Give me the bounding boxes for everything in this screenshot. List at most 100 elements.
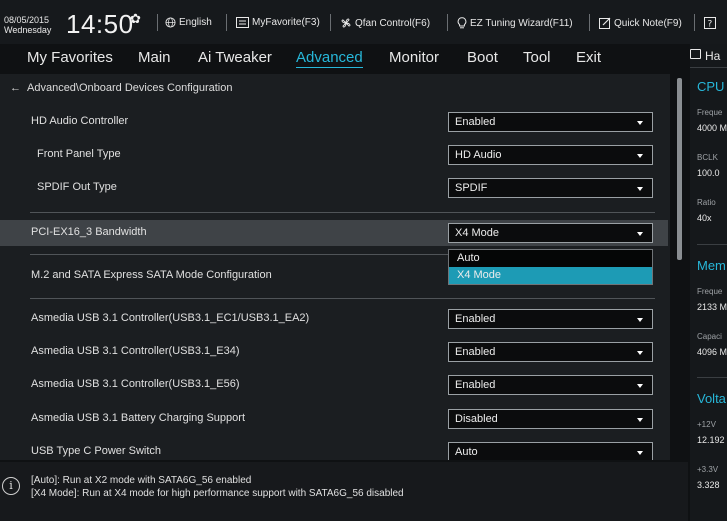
select-value: X4 Mode xyxy=(455,227,500,239)
divider xyxy=(589,14,590,31)
select-value: HD Audio xyxy=(455,149,502,161)
language-label: English xyxy=(179,17,212,28)
spdif-out-type-select[interactable]: SPDIF xyxy=(448,178,653,198)
select-value: Enabled xyxy=(455,313,496,325)
tab-exit[interactable]: Exit xyxy=(576,49,601,66)
divider xyxy=(157,14,158,31)
globe-icon xyxy=(165,17,176,28)
caret-down-icon xyxy=(637,351,643,355)
battery-charging-select[interactable]: Disabled xyxy=(448,409,653,429)
qfan-label: Qfan Control(F6) xyxy=(355,17,431,29)
fan-icon xyxy=(341,18,351,28)
divider xyxy=(226,14,227,31)
bclk-label: BCLK xyxy=(697,153,718,162)
dropdown-option-auto[interactable]: Auto xyxy=(449,250,652,267)
select-value: SPDIF xyxy=(455,182,488,194)
memory-section-title: Mem xyxy=(697,258,726,273)
bulb-icon xyxy=(457,17,467,29)
setting-label: HD Audio Controller xyxy=(31,115,129,127)
day-text: Wednesday xyxy=(4,25,52,35)
select-value: Disabled xyxy=(455,413,498,425)
setting-label: Asmedia USB 3.1 Battery Charging Support xyxy=(31,412,246,424)
divider xyxy=(447,14,448,31)
caret-down-icon xyxy=(637,318,643,322)
tab-main[interactable]: Main xyxy=(138,49,171,66)
favorite-icon xyxy=(236,17,249,28)
usb-type-c-power-select[interactable]: Auto xyxy=(448,442,653,460)
pci-ex16-3-bandwidth-select[interactable]: X4 Mode xyxy=(448,223,653,243)
v12-label: +12V xyxy=(697,420,716,429)
separator xyxy=(697,244,727,245)
hardware-monitor-panel: Ha CPU Freque 4000 M BCLK 100.0 Ratio 40… xyxy=(690,44,727,521)
my-favorite-label: MyFavorite(F3) xyxy=(252,17,320,28)
ez-tuning-label: EZ Tuning Wizard(F11) xyxy=(470,17,573,29)
cpu-section-title: CPU xyxy=(697,79,725,94)
hd-audio-controller-select[interactable]: Enabled xyxy=(448,112,653,132)
tab-ai-tweaker[interactable]: Ai Tweaker xyxy=(198,49,272,66)
cpu-frequency-value: 4000 M xyxy=(697,123,727,133)
setting-label: Asmedia USB 3.1 Controller(USB3.1_E34) xyxy=(31,345,240,357)
tab-my-favorites[interactable]: My Favorites xyxy=(27,49,113,66)
setting-label: PCI-EX16_3 Bandwidth xyxy=(31,226,147,238)
setting-label: Asmedia USB 3.1 Controller(USB3.1_E56) xyxy=(31,378,240,390)
info-icon: i xyxy=(2,477,20,495)
separator xyxy=(690,67,727,68)
hotkeys-button[interactable]: ? xyxy=(704,17,719,29)
hw-monitor-title: Ha xyxy=(705,49,721,63)
memory-frequency-value: 2133 M xyxy=(697,302,727,312)
tab-tool[interactable]: Tool xyxy=(523,49,551,66)
select-value: Enabled xyxy=(455,116,496,128)
date-display: 08/05/2015 Wednesday xyxy=(4,15,51,35)
tab-monitor[interactable]: Monitor xyxy=(389,49,439,66)
setting-label[interactable]: M.2 and SATA Express SATA Mode Configura… xyxy=(31,269,272,281)
cpu-frequency-label: Freque xyxy=(697,108,723,117)
separator xyxy=(30,254,448,255)
help-key-icon: ? xyxy=(704,17,716,29)
main-menu-tabs: My Favorites Main Ai Tweaker Advanced Mo… xyxy=(0,44,688,74)
usb31-e34-select[interactable]: Enabled xyxy=(448,342,653,362)
tab-advanced[interactable]: Advanced xyxy=(296,49,363,68)
scrollbar-thumb[interactable] xyxy=(677,78,682,260)
capacity-label: Capaci xyxy=(697,332,722,341)
front-panel-type-select[interactable]: HD Audio xyxy=(448,145,653,165)
caret-down-icon xyxy=(637,154,643,158)
tab-boot[interactable]: Boot xyxy=(467,49,498,66)
caret-down-icon xyxy=(637,384,643,388)
gear-icon[interactable]: ✿ xyxy=(130,11,141,27)
separator xyxy=(30,212,655,213)
v33-value: 3.328 xyxy=(697,480,720,490)
my-favorite-button[interactable]: MyFavorite(F3) xyxy=(236,17,320,28)
ez-tuning-button[interactable]: EZ Tuning Wizard(F11) xyxy=(457,17,573,29)
divider xyxy=(694,14,695,31)
dropdown-option-x4-mode[interactable]: X4 Mode xyxy=(449,267,652,284)
note-icon xyxy=(599,17,611,29)
ratio-label: Ratio xyxy=(697,198,716,207)
date-text: 08/05/2015 xyxy=(4,15,50,25)
divider xyxy=(330,14,331,31)
usb31-ec1-ea2-select[interactable]: Enabled xyxy=(448,309,653,329)
memory-frequency-label: Freque xyxy=(697,287,723,296)
usb31-e56-select[interactable]: Enabled xyxy=(448,375,653,395)
help-line-x4: [X4 Mode]: Run at X4 mode for high perfo… xyxy=(31,488,404,499)
caret-down-icon xyxy=(637,121,643,125)
setting-label: Asmedia USB 3.1 Controller(USB3.1_EC1/US… xyxy=(31,312,310,324)
setting-label: USB Type C Power Switch xyxy=(31,445,162,457)
select-value: Auto xyxy=(455,446,478,458)
qfan-control-button[interactable]: Qfan Control(F6) xyxy=(340,17,430,29)
ratio-value: 40x xyxy=(697,213,712,223)
breadcrumb[interactable]: ← Advanced\Onboard Devices Configuration xyxy=(10,82,232,94)
v12-value: 12.192 xyxy=(697,435,725,445)
v33-label: +3.3V xyxy=(697,465,719,474)
capacity-value: 4096 M xyxy=(697,347,727,357)
quick-note-button[interactable]: Quick Note(F9) xyxy=(599,17,682,29)
clock-time: 14:50 xyxy=(66,9,134,39)
back-arrow-icon[interactable]: ← xyxy=(10,82,21,94)
monitor-icon xyxy=(690,49,701,59)
help-description-bar: i [Auto]: Run at X2 mode with SATA6G_56 … xyxy=(0,462,688,521)
svg-text:?: ? xyxy=(708,20,713,30)
separator xyxy=(697,377,727,378)
setting-label: SPDIF Out Type xyxy=(37,181,117,193)
help-line-auto: [Auto]: Run at X2 mode with SATA6G_56 en… xyxy=(31,475,252,486)
language-button[interactable]: English xyxy=(165,17,212,28)
caret-down-icon xyxy=(637,187,643,191)
